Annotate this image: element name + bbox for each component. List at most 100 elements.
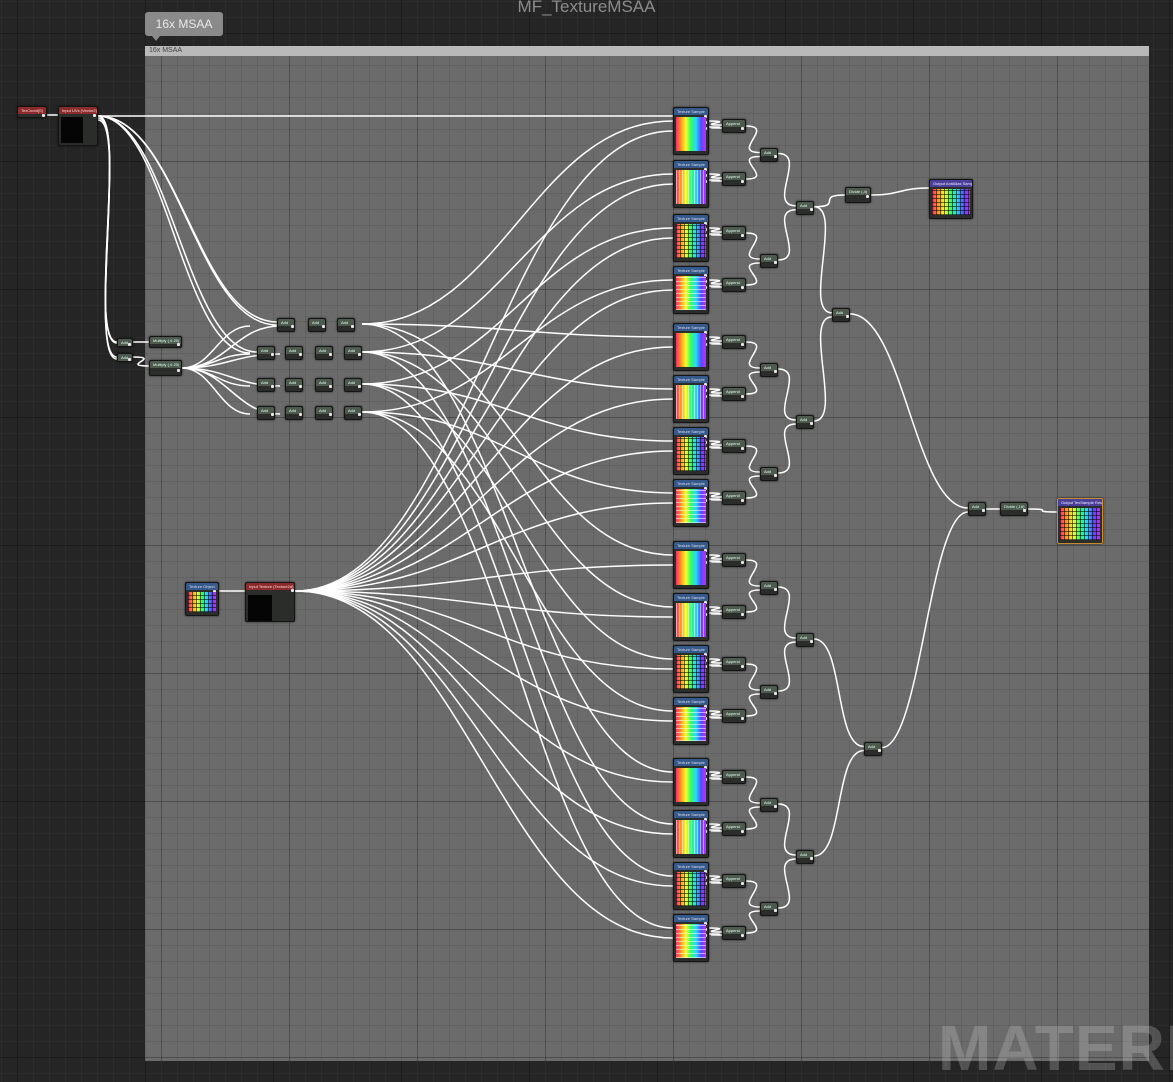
append-node[interactable]: Append bbox=[722, 387, 746, 401]
pin[interactable] bbox=[741, 286, 744, 289]
pin[interactable] bbox=[177, 369, 180, 372]
pin[interactable] bbox=[741, 613, 744, 616]
pin[interactable] bbox=[741, 934, 744, 937]
add-node[interactable]: Add bbox=[257, 406, 275, 420]
texture-sample-node[interactable]: Texture Sample bbox=[673, 266, 709, 314]
add-node[interactable]: Add bbox=[796, 633, 814, 647]
add-node[interactable]: Add bbox=[257, 346, 275, 360]
pin[interactable] bbox=[271, 385, 274, 388]
pin[interactable] bbox=[741, 665, 744, 668]
add-node[interactable]: Add bbox=[277, 318, 295, 332]
add-node[interactable]: Add bbox=[337, 318, 355, 332]
output-antialias-node[interactable]: Output AntiAlias Sample bbox=[929, 179, 973, 219]
texture-sample-node[interactable]: Texture Sample bbox=[673, 862, 709, 910]
add-node-small-2[interactable]: Add bbox=[117, 353, 133, 362]
texture-object-node[interactable]: Texture Object bbox=[185, 582, 219, 616]
texture-sample-node[interactable]: Texture Sample bbox=[673, 593, 709, 641]
pin[interactable] bbox=[358, 413, 361, 416]
texture-sample-node[interactable]: Texture Sample bbox=[673, 375, 709, 423]
add-node-final[interactable]: Add bbox=[968, 502, 986, 516]
output-texture-node[interactable]: Output TexSample Result bbox=[1057, 498, 1103, 544]
append-node[interactable]: Append bbox=[722, 439, 746, 453]
pin[interactable] bbox=[322, 325, 325, 328]
append-node[interactable]: Append bbox=[722, 605, 746, 619]
texcoord-node[interactable]: TexCoord[0] bbox=[17, 106, 47, 118]
pin[interactable] bbox=[358, 385, 361, 388]
multiply-node-2[interactable]: Multiply (,0.25) bbox=[149, 360, 182, 376]
pin[interactable] bbox=[774, 692, 777, 695]
pin[interactable] bbox=[329, 413, 332, 416]
add-node[interactable]: Add bbox=[315, 346, 333, 360]
pin[interactable] bbox=[810, 640, 813, 643]
add-node[interactable]: Add bbox=[308, 318, 326, 332]
pin[interactable] bbox=[741, 395, 744, 398]
add-node[interactable]: Add bbox=[285, 346, 303, 360]
add-node[interactable]: Add bbox=[760, 147, 778, 162]
pin[interactable] bbox=[128, 358, 131, 361]
add-node[interactable]: Add bbox=[285, 378, 303, 392]
append-node[interactable]: Append bbox=[722, 770, 746, 784]
add-node[interactable]: Add bbox=[760, 685, 778, 699]
pin[interactable] bbox=[741, 882, 744, 885]
add-node[interactable]: Add bbox=[315, 378, 333, 392]
pin[interactable] bbox=[774, 370, 777, 373]
pin[interactable] bbox=[810, 207, 813, 211]
pin[interactable] bbox=[866, 195, 869, 198]
input-uvs-node[interactable]: Input UVs (Vector2) bbox=[58, 106, 98, 146]
pin[interactable] bbox=[291, 325, 294, 328]
texture-sample-node[interactable]: Texture Sample bbox=[673, 758, 709, 806]
texture-sample-node[interactable]: Texture Sample bbox=[673, 541, 709, 589]
append-node[interactable]: Append bbox=[722, 226, 746, 240]
texture-sample-node[interactable]: Texture Sample bbox=[673, 914, 709, 962]
append-node[interactable]: Append bbox=[722, 553, 746, 567]
pin[interactable] bbox=[774, 805, 777, 808]
append-node[interactable]: Append bbox=[722, 335, 746, 349]
input-texture-node[interactable]: Input Texture (Texture2d) bbox=[245, 582, 295, 622]
add-node[interactable]: Add bbox=[760, 798, 778, 812]
append-node[interactable]: Append bbox=[722, 709, 746, 723]
add-node[interactable]: Add bbox=[760, 254, 778, 268]
add-node[interactable]: Add bbox=[796, 415, 814, 429]
pin[interactable] bbox=[810, 422, 813, 425]
divide-4-node[interactable]: Divide (,4) bbox=[845, 187, 871, 203]
add-node[interactable]: Add bbox=[344, 378, 362, 392]
add-node[interactable]: Add bbox=[760, 467, 778, 481]
add-node[interactable]: Add bbox=[344, 406, 362, 420]
texture-sample-node[interactable]: Texture Sample bbox=[673, 427, 709, 475]
append-node[interactable]: Append bbox=[722, 278, 746, 292]
pin[interactable] bbox=[741, 127, 744, 130]
pin[interactable] bbox=[1023, 509, 1026, 512]
texture-sample-node[interactable]: Texture Sample bbox=[673, 810, 709, 858]
pin[interactable] bbox=[774, 261, 777, 264]
pin[interactable] bbox=[741, 234, 744, 237]
pin[interactable] bbox=[291, 589, 294, 592]
append-node[interactable]: Append bbox=[722, 822, 746, 836]
pin[interactable] bbox=[774, 588, 777, 591]
add-node[interactable]: Add bbox=[257, 378, 275, 392]
pin[interactable] bbox=[351, 325, 354, 328]
texture-sample-node[interactable]: Texture Sample bbox=[673, 645, 709, 693]
pin[interactable] bbox=[741, 499, 744, 502]
append-node[interactable]: Append bbox=[722, 657, 746, 671]
pin[interactable] bbox=[982, 509, 985, 512]
add-node[interactable]: Add bbox=[864, 741, 882, 756]
texture-sample-node[interactable]: Texture Sample bbox=[673, 323, 709, 371]
pin[interactable] bbox=[271, 413, 274, 416]
pin[interactable] bbox=[128, 343, 131, 346]
pin[interactable] bbox=[299, 413, 302, 416]
add-node[interactable]: Add bbox=[760, 581, 778, 595]
texture-sample-node[interactable]: Texture Sample bbox=[673, 107, 709, 155]
add-node[interactable]: Add bbox=[315, 406, 333, 420]
pin[interactable] bbox=[42, 114, 45, 117]
pin[interactable] bbox=[329, 353, 332, 356]
add-node[interactable]: Add bbox=[760, 902, 778, 916]
pin[interactable] bbox=[774, 154, 777, 158]
pin[interactable] bbox=[299, 385, 302, 388]
multiply-node-1[interactable]: Multiply (,0.25) bbox=[149, 336, 182, 348]
pin[interactable] bbox=[741, 180, 744, 183]
pin[interactable] bbox=[177, 343, 180, 346]
pin[interactable] bbox=[810, 857, 813, 860]
append-node[interactable]: Append bbox=[722, 926, 746, 940]
pin[interactable] bbox=[741, 717, 744, 720]
pin[interactable] bbox=[741, 561, 744, 564]
